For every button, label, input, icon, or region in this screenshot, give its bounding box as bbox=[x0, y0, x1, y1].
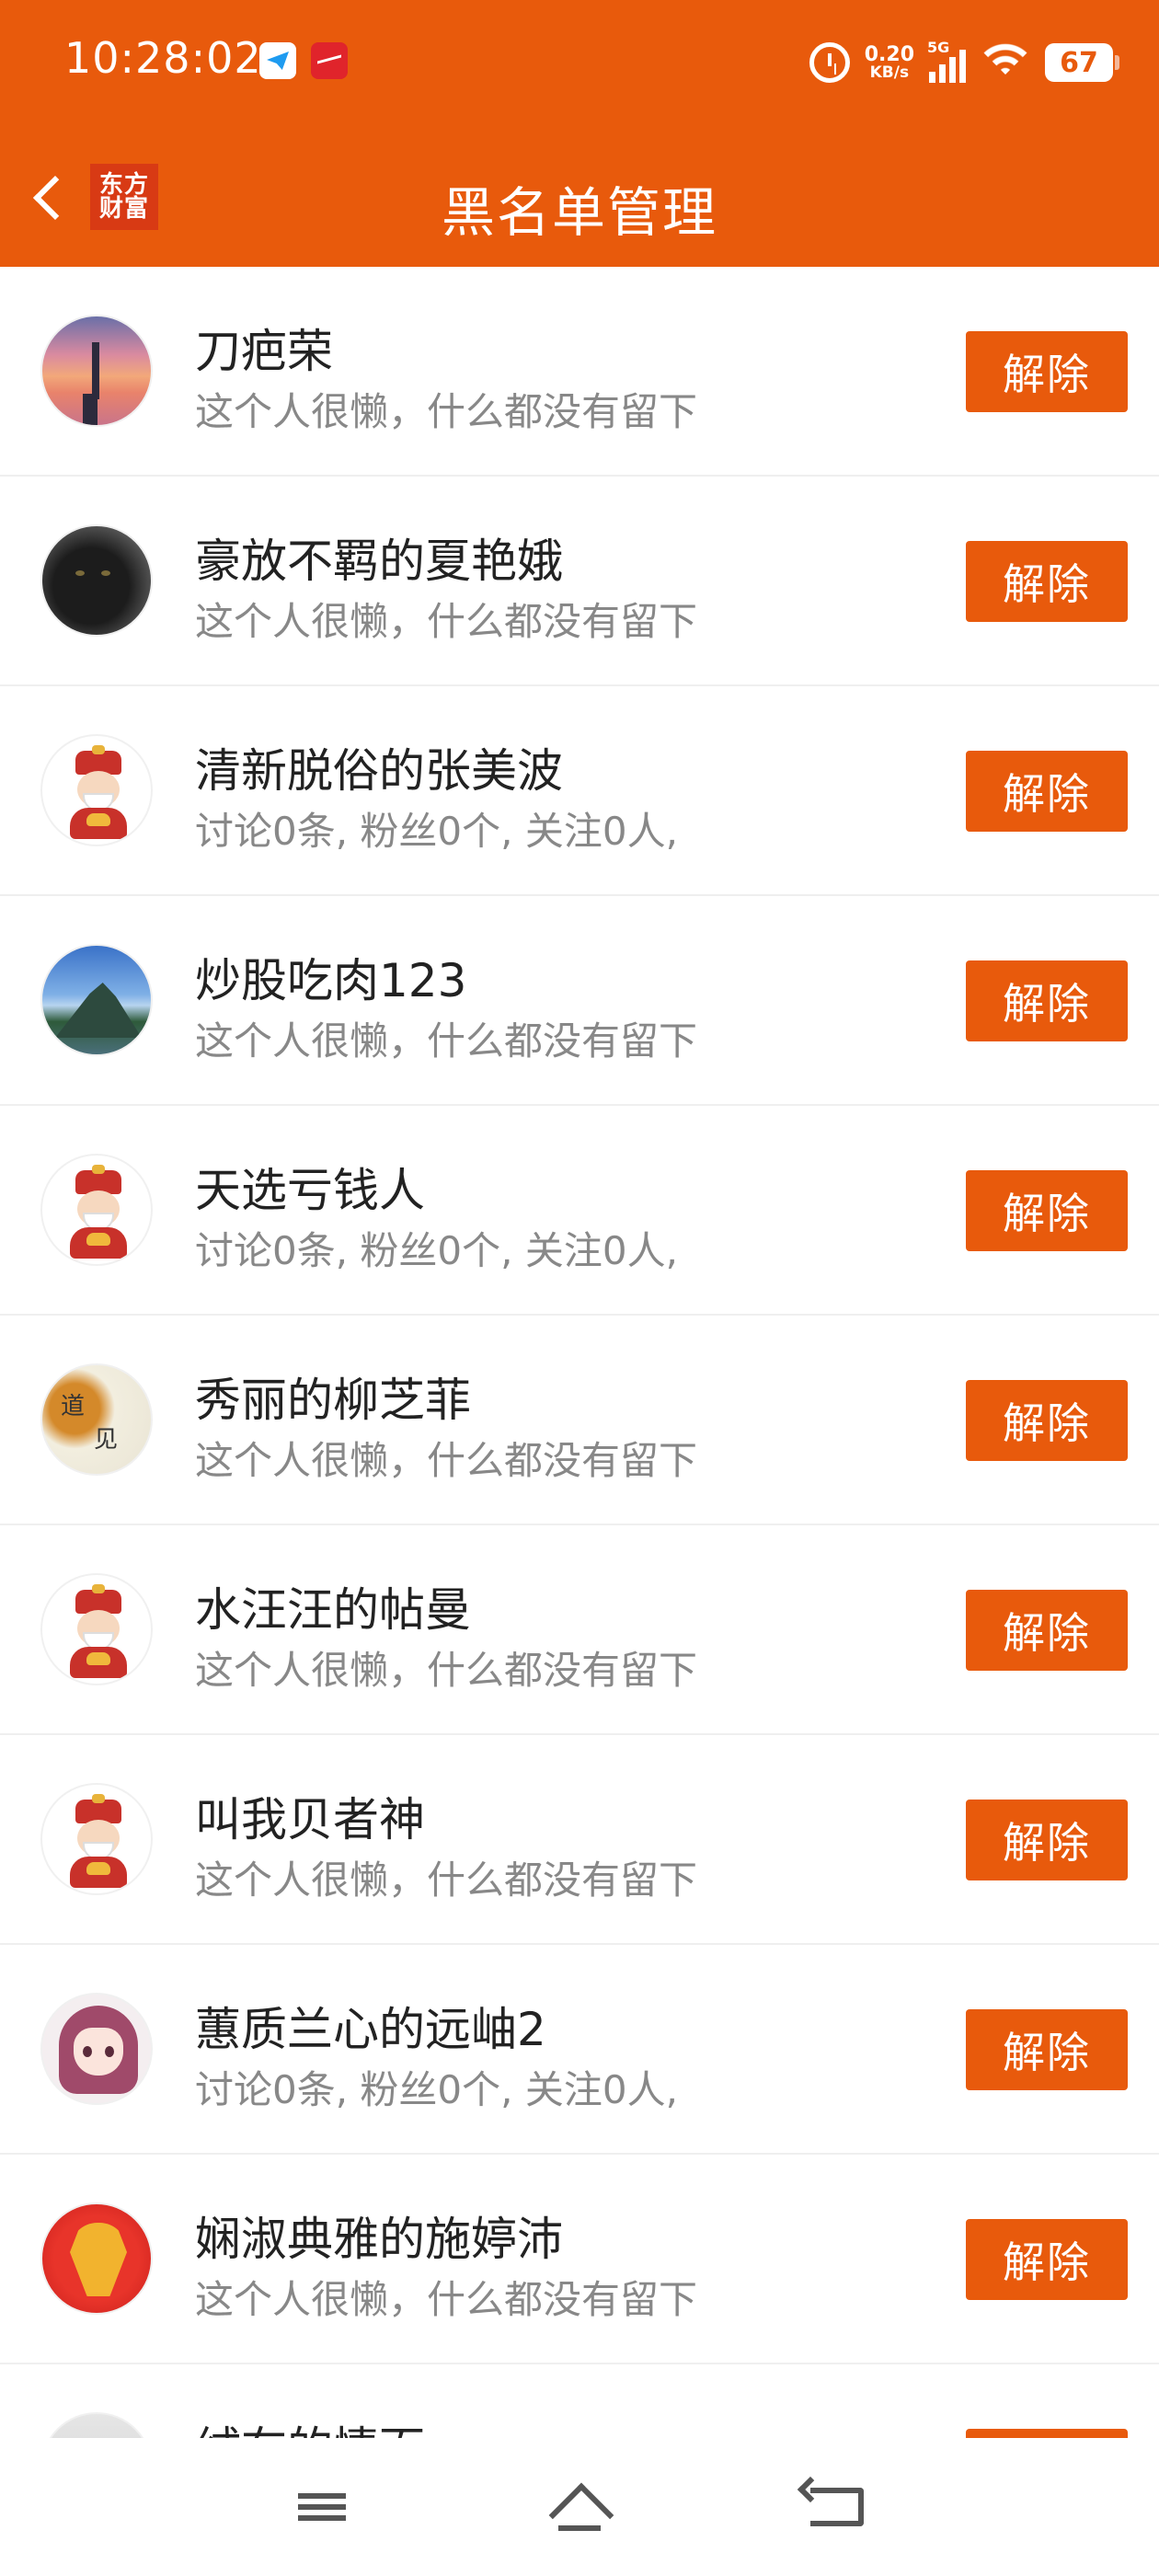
user-name[interactable]: 叫我贝者神 bbox=[195, 1783, 425, 1849]
avatar[interactable] bbox=[40, 1573, 153, 1685]
status-time: 10:28:02 bbox=[64, 33, 262, 83]
remove-button[interactable]: 解除 bbox=[966, 1170, 1128, 1251]
user-description: 讨论0条, 粉丝0个, 关注0人, bbox=[195, 1228, 678, 1273]
remove-button[interactable]: 解除 bbox=[966, 2219, 1128, 2300]
user-description: 这个人很懒，什么都没有留下 bbox=[195, 1857, 698, 1903]
list-item: 水汪汪的帖曼 这个人很懒，什么都没有留下 解除 bbox=[0, 1525, 1159, 1735]
status-bar: 10:28:02 0.20 KB/s 5G 67 bbox=[0, 0, 1159, 129]
network-speed-value: 0.20 bbox=[864, 42, 914, 66]
system-navigation-bar bbox=[0, 2438, 1159, 2576]
user-name[interactable]: 清新脱俗的张美波 bbox=[195, 734, 563, 800]
list-item: 叫我贝者神 这个人很懒，什么都没有留下 解除 bbox=[0, 1735, 1159, 1945]
telegram-notification-icon bbox=[259, 42, 296, 79]
stock-app-notification-icon bbox=[311, 42, 348, 79]
user-description: 这个人很懒，什么都没有留下 bbox=[195, 1438, 698, 1483]
user-name[interactable]: 秀丽的柳芝菲 bbox=[195, 1363, 471, 1430]
user-description: 讨论0条, 粉丝0个, 关注0人, bbox=[195, 2067, 678, 2112]
remove-button[interactable]: 解除 bbox=[966, 1590, 1128, 1671]
blacklist: 刀疤荣 这个人很懒，什么都没有留下 解除 豪放不羁的夏艳娥 这个人很懒，什么都没… bbox=[0, 267, 1159, 2438]
avatar[interactable] bbox=[40, 734, 153, 846]
avatar[interactable] bbox=[40, 2412, 153, 2438]
network-speed: 0.20 KB/s bbox=[864, 42, 914, 82]
remove-button[interactable]: 解除 bbox=[966, 960, 1128, 1041]
user-name[interactable]: 豪放不羁的夏艳娥 bbox=[195, 524, 563, 591]
list-item: 天选亏钱人 讨论0条, 粉丝0个, 关注0人, 解除 bbox=[0, 1106, 1159, 1316]
avatar[interactable] bbox=[40, 1783, 153, 1895]
remove-button[interactable]: 解除 bbox=[966, 2009, 1128, 2090]
remove-button[interactable]: 解除 bbox=[966, 1380, 1128, 1461]
avatar[interactable]: 道见 bbox=[40, 1363, 153, 1476]
list-item: 刀疤荣 这个人很懒，什么都没有留下 解除 bbox=[0, 267, 1159, 477]
list-item: 道见 秀丽的柳芝菲 这个人很懒，什么都没有留下 解除 bbox=[0, 1316, 1159, 1525]
user-name[interactable]: 水汪汪的帖曼 bbox=[195, 1573, 471, 1639]
recent-apps-button[interactable] bbox=[267, 2466, 377, 2548]
user-name[interactable]: 蕙质兰心的远岫2 bbox=[195, 1993, 546, 2059]
avatar[interactable] bbox=[40, 315, 153, 427]
back-arrow-icon bbox=[810, 2488, 864, 2526]
list-item: 绒布的情面 解除 bbox=[0, 2364, 1159, 2438]
network-type: 5G bbox=[927, 39, 950, 56]
user-description: 这个人很懒，什么都没有留下 bbox=[195, 2277, 698, 2322]
user-description: 讨论0条, 粉丝0个, 关注0人, bbox=[195, 809, 678, 854]
app-header: 东方 财富 黑名单管理 bbox=[0, 129, 1159, 267]
alarm-icon bbox=[809, 42, 850, 83]
user-description: 这个人很懒，什么都没有留下 bbox=[195, 1018, 698, 1064]
avatar[interactable] bbox=[40, 524, 153, 637]
home-icon bbox=[551, 2483, 608, 2531]
page-title: 黑名单管理 bbox=[441, 181, 717, 244]
user-name[interactable]: 天选亏钱人 bbox=[195, 1154, 425, 1220]
menu-icon bbox=[298, 2493, 346, 2521]
battery-level: 67 bbox=[1060, 46, 1098, 79]
remove-button[interactable]: 解除 bbox=[966, 541, 1128, 622]
user-description: 这个人很懒，什么都没有留下 bbox=[195, 1648, 698, 1693]
user-description: 这个人很懒，什么都没有留下 bbox=[195, 599, 698, 644]
back-nav-button[interactable] bbox=[782, 2466, 892, 2548]
remove-button[interactable]: 解除 bbox=[966, 331, 1128, 412]
list-item: 蕙质兰心的远岫2 讨论0条, 粉丝0个, 关注0人, 解除 bbox=[0, 1945, 1159, 2155]
list-item: 清新脱俗的张美波 讨论0条, 粉丝0个, 关注0人, 解除 bbox=[0, 686, 1159, 896]
battery-icon: 67 bbox=[1045, 43, 1119, 82]
list-item: 炒股吃肉123 这个人很懒，什么都没有留下 解除 bbox=[0, 896, 1159, 1106]
cellular-signal-icon: 5G bbox=[927, 39, 966, 83]
remove-button[interactable]: 解除 bbox=[966, 2429, 1128, 2438]
user-name[interactable]: 刀疤荣 bbox=[195, 315, 333, 381]
remove-button[interactable]: 解除 bbox=[966, 1800, 1128, 1880]
avatar[interactable] bbox=[40, 944, 153, 1056]
status-indicators: 0.20 KB/s 5G 67 bbox=[809, 37, 1119, 88]
home-button[interactable] bbox=[524, 2466, 635, 2548]
user-name[interactable]: 绒布的情面 bbox=[195, 2412, 425, 2438]
user-description: 这个人很懒，什么都没有留下 bbox=[195, 389, 698, 434]
list-item: 娴淑典雅的施婷沛 这个人很懒，什么都没有留下 解除 bbox=[0, 2155, 1159, 2364]
avatar[interactable] bbox=[40, 1154, 153, 1266]
list-item: 豪放不羁的夏艳娥 这个人很懒，什么都没有留下 解除 bbox=[0, 477, 1159, 686]
remove-button[interactable]: 解除 bbox=[966, 751, 1128, 832]
user-name[interactable]: 娴淑典雅的施婷沛 bbox=[195, 2202, 563, 2269]
avatar[interactable] bbox=[40, 1993, 153, 2105]
network-speed-unit: KB/s bbox=[869, 63, 910, 82]
user-name[interactable]: 炒股吃肉123 bbox=[195, 944, 466, 1010]
wifi-icon bbox=[981, 44, 1030, 81]
avatar[interactable] bbox=[40, 2202, 153, 2315]
